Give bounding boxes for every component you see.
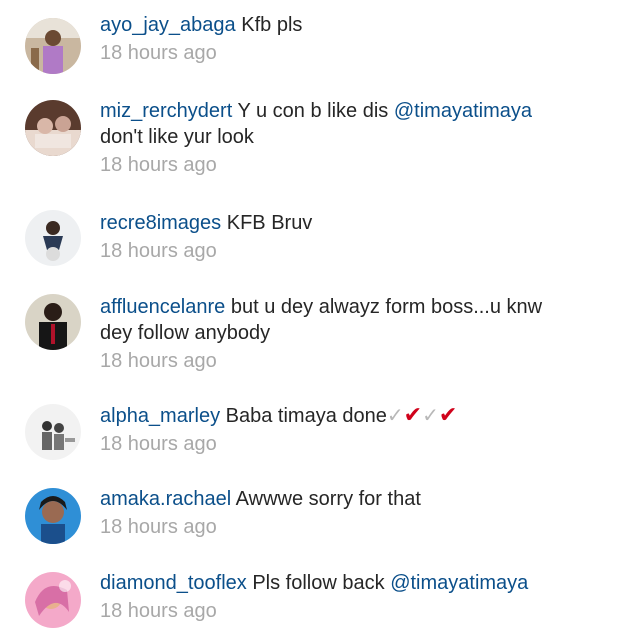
comment-username[interactable]: diamond_tooflex: [100, 572, 247, 594]
comment-username[interactable]: ayo_jay_abaga: [100, 14, 236, 36]
avatar[interactable]: [25, 294, 81, 350]
comment-text: Awwwe sorry for that: [235, 488, 421, 510]
comment-timestamp: 18 hours ago: [100, 42, 217, 64]
avatar[interactable]: [25, 488, 81, 544]
comment-text: Y u con b like dis: [237, 100, 389, 122]
avatar[interactable]: [25, 572, 81, 628]
avatar[interactable]: [25, 210, 81, 266]
comment-timestamp: 18 hours ago: [100, 433, 217, 455]
comment-username[interactable]: recre8images: [100, 212, 221, 234]
comment-text-continued: don't like yur look: [100, 126, 254, 148]
comment-timestamp: 18 hours ago: [100, 516, 217, 538]
comment-mention[interactable]: @timayatimaya: [390, 572, 528, 594]
avatar[interactable]: [25, 100, 81, 156]
comment-text-continued: dey follow anybody: [100, 322, 271, 344]
comment-body: ayo_jay_abaga Kfb pls 18 hours ago: [100, 12, 620, 66]
comment-body: amaka.rachael Awwwe sorry for that 18 ho…: [100, 486, 620, 540]
comment-body: miz_rerchydert Y u con b like dis @timay…: [100, 98, 620, 178]
comment-timestamp: 18 hours ago: [100, 154, 217, 176]
comment-username[interactable]: amaka.rachael: [100, 488, 231, 510]
comment-timestamp: 18 hours ago: [100, 600, 217, 622]
comment-timestamp: 18 hours ago: [100, 240, 217, 262]
comment-timestamp: 18 hours ago: [100, 350, 217, 372]
check-mark-icon: ✓: [386, 405, 404, 427]
check-mark-icon: ✔: [438, 402, 458, 427]
comment-body: recre8images KFB Bruv 18 hours ago: [100, 210, 620, 264]
check-mark-icon: ✓: [422, 405, 439, 427]
comment-mention[interactable]: @timayatimaya: [394, 100, 532, 122]
avatar[interactable]: [25, 404, 81, 460]
comment-body: alpha_marley Baba timaya done✓✔✓✔ 18 hou…: [100, 402, 620, 457]
comment-text: Baba timaya done: [225, 405, 387, 427]
comment-body: affluencelanre but u dey alwayz form bos…: [100, 294, 620, 374]
comment-username[interactable]: affluencelanre: [100, 296, 225, 318]
comment-text: Kfb pls: [241, 14, 303, 36]
avatar[interactable]: [25, 18, 81, 74]
comment-body: diamond_tooflex Pls follow back @timayat…: [100, 570, 620, 624]
check-mark-icon: ✔: [403, 402, 423, 427]
comment-text: Pls follow back: [252, 572, 385, 594]
comment-username[interactable]: alpha_marley: [100, 405, 220, 427]
comment-username[interactable]: miz_rerchydert: [100, 100, 232, 122]
comment-text: but u dey alwayz form boss...u knw: [230, 296, 543, 318]
comment-text: KFB Bruv: [226, 212, 313, 234]
